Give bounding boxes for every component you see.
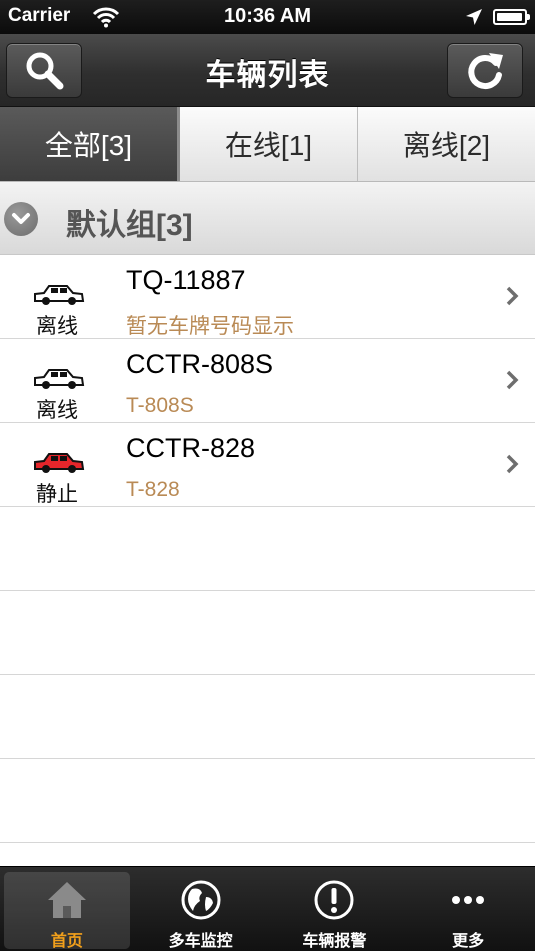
chevron-right-icon: [506, 454, 519, 474]
more-icon: [452, 895, 485, 904]
group-title: 默认组[3]: [66, 209, 193, 242]
vehicle-row[interactable]: 离线 TQ-11887 暂无车牌号码显示: [0, 255, 535, 339]
car-icon: [34, 453, 85, 473]
tabbar-label: 更多: [452, 933, 485, 950]
tab-bar: 首页 多车监控 车辆报警 更多: [0, 866, 535, 951]
globe-icon: [181, 880, 221, 919]
tabbar-item-monitor[interactable]: 多车监控: [134, 867, 268, 951]
chevron-right-icon: [506, 370, 519, 390]
vehicle-row[interactable]: 静止 CCTR-828 T-828: [0, 423, 535, 507]
battery-fill: [497, 13, 522, 21]
clock: 10:36 AM: [223, 5, 312, 27]
vehicle-name: CCTR-808S: [126, 349, 274, 379]
chevron-right-icon: [506, 286, 519, 306]
nav-bar: 车辆列表: [0, 34, 535, 107]
battery-icon: [493, 9, 530, 25]
vehicle-name: TQ-11887: [126, 265, 246, 295]
vehicle-status: 离线: [36, 399, 78, 422]
empty-row: [0, 507, 535, 591]
empty-row: [0, 759, 535, 843]
vehicle-plate: 暂无车牌号码显示: [126, 315, 294, 338]
location-icon: [466, 9, 482, 25]
vehicle-list: 离线 TQ-11887 暂无车牌号码显示 离线 CCTR-808S T-808S…: [0, 255, 535, 843]
status-bar: Carrier 10:36 AM: [0, 0, 535, 34]
car-icon: [34, 369, 85, 389]
vehicle-row[interactable]: 离线 CCTR-808S T-808S: [0, 339, 535, 423]
home-icon: [47, 881, 86, 918]
tabbar-item-alarm[interactable]: 车辆报警: [268, 867, 402, 951]
refresh-button[interactable]: [447, 43, 523, 98]
tab-online[interactable]: 在线[1]: [180, 107, 358, 181]
tabbar-label: 多车监控: [168, 933, 233, 950]
filter-tabs: 全部[3] 在线[1] 离线[2]: [0, 107, 535, 182]
tabbar-label: 车辆报警: [302, 933, 367, 950]
group-header[interactable]: 默认组[3]: [0, 182, 535, 255]
tab-all[interactable]: 全部[3]: [0, 107, 180, 181]
tabbar-label: 首页: [50, 933, 83, 950]
chevron-down-icon: [12, 213, 30, 224]
car-icon: [34, 285, 85, 305]
empty-row: [0, 675, 535, 759]
alert-icon: [314, 880, 354, 919]
vehicle-plate: T-808S: [126, 394, 194, 417]
vehicle-status: 静止: [36, 483, 78, 506]
vehicle-name: CCTR-828: [126, 433, 256, 463]
refresh-icon: [468, 52, 503, 89]
tabbar-item-home[interactable]: 首页: [0, 867, 134, 951]
tab-offline[interactable]: 离线[2]: [358, 107, 535, 181]
collapse-icon: [4, 202, 38, 236]
tabbar-item-more[interactable]: 更多: [401, 867, 535, 951]
vehicle-status: 离线: [36, 315, 78, 338]
vehicle-plate: T-828: [126, 478, 180, 501]
empty-row: [0, 591, 535, 675]
